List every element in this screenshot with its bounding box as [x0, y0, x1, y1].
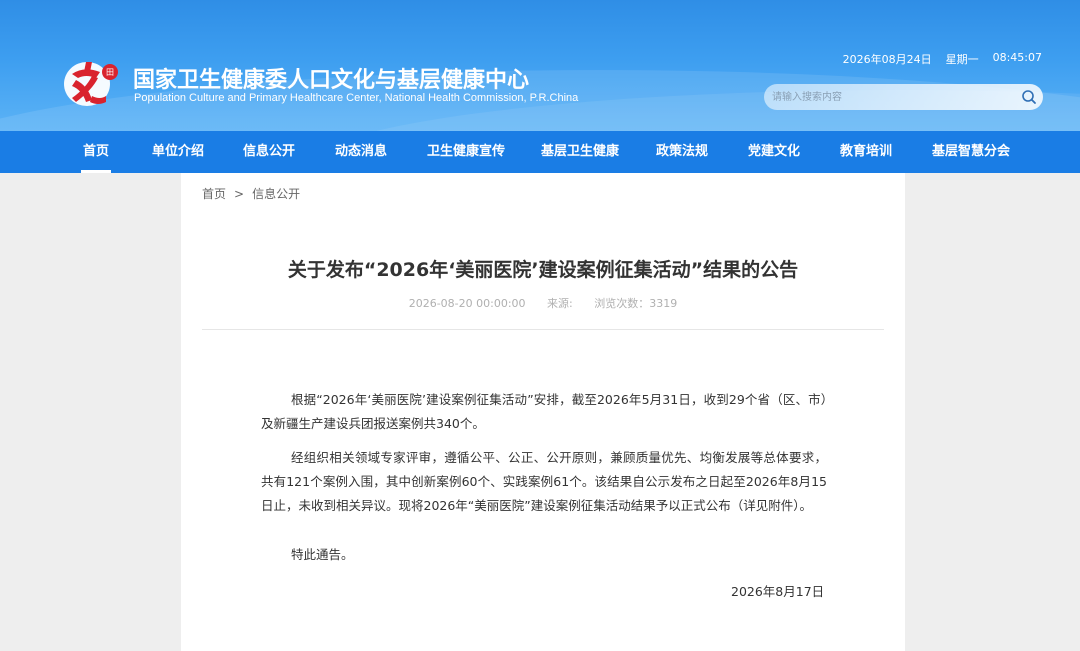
- site-header: 田 国家卫生健康委人口文化与基层健康中心 Population Culture …: [0, 0, 1080, 131]
- svg-text:田: 田: [106, 68, 114, 77]
- main-nav: 首页 单位介绍 信息公开 动态消息 卫生健康宣传 基层卫生健康 政策法规 党建文…: [0, 131, 1080, 173]
- search-box: [764, 84, 1043, 110]
- nav-item-primary-health[interactable]: 基层卫生健康: [541, 131, 619, 173]
- signature-date: 2026年8月17日: [731, 584, 825, 599]
- header-datetime: 2026年08月24日 星期一 08:45:07: [843, 51, 1042, 67]
- view-count: 浏览次数：3319: [594, 297, 678, 310]
- breadcrumb-home-link[interactable]: 首页: [202, 187, 226, 201]
- current-time: 08:45:07: [992, 51, 1042, 64]
- title-divider: [202, 329, 884, 330]
- search-icon[interactable]: [1020, 88, 1038, 106]
- nav-item-policy[interactable]: 政策法规: [656, 131, 708, 173]
- publish-date: 2026-08-20 00:00:00: [408, 297, 526, 310]
- nav-item-about[interactable]: 单位介绍: [152, 131, 204, 173]
- nav-item-health-promotion[interactable]: 卫生健康宣传: [427, 131, 505, 173]
- article-source: 来源:: [547, 297, 573, 310]
- breadcrumb: 首页 > 信息公开: [202, 185, 300, 202]
- article-container: 首页 > 信息公开 关于发布“2026年‘美丽医院’建设案例征集活动”结果的公告 2…: [181, 173, 905, 651]
- site-logo-icon[interactable]: 田: [62, 56, 120, 108]
- site-subtitle: Population Culture and Primary Healthcar…: [134, 92, 579, 104]
- nav-item-smart-branch[interactable]: 基层智慧分会: [932, 131, 1010, 173]
- breadcrumb-current-link[interactable]: 信息公开: [252, 187, 300, 201]
- site-title[interactable]: 国家卫生健康委人口文化与基层健康中心: [133, 62, 529, 94]
- breadcrumb-separator: >: [234, 187, 245, 201]
- article-paragraph: 特此通告。: [291, 547, 354, 562]
- nav-item-training[interactable]: 教育培训: [840, 131, 892, 173]
- current-date: 2026年08月24日: [842, 53, 932, 66]
- nav-item-info-disclosure[interactable]: 信息公开: [243, 131, 295, 173]
- nav-item-news[interactable]: 动态消息: [335, 131, 387, 173]
- article-meta: 2026-08-20 00:00:00 来源: 浏览次数：3319: [181, 295, 905, 311]
- search-input[interactable]: [772, 88, 1012, 106]
- article-paragraph: 经组织相关领域专家评审，遵循公平、公正、公开原则，兼顾质量优先、均衡发展等总体要…: [261, 450, 827, 513]
- current-weekday: 星期一: [945, 53, 979, 66]
- article-title: 关于发布“2026年‘美丽医院’建设案例征集活动”结果的公告: [287, 259, 799, 281]
- nav-item-party-culture[interactable]: 党建文化: [748, 131, 800, 173]
- nav-item-home[interactable]: 首页: [80, 131, 112, 173]
- article-paragraph: 根据“2026年‘美丽医院’建设案例征集活动”安排，截至2026年5月31日，收…: [261, 392, 827, 431]
